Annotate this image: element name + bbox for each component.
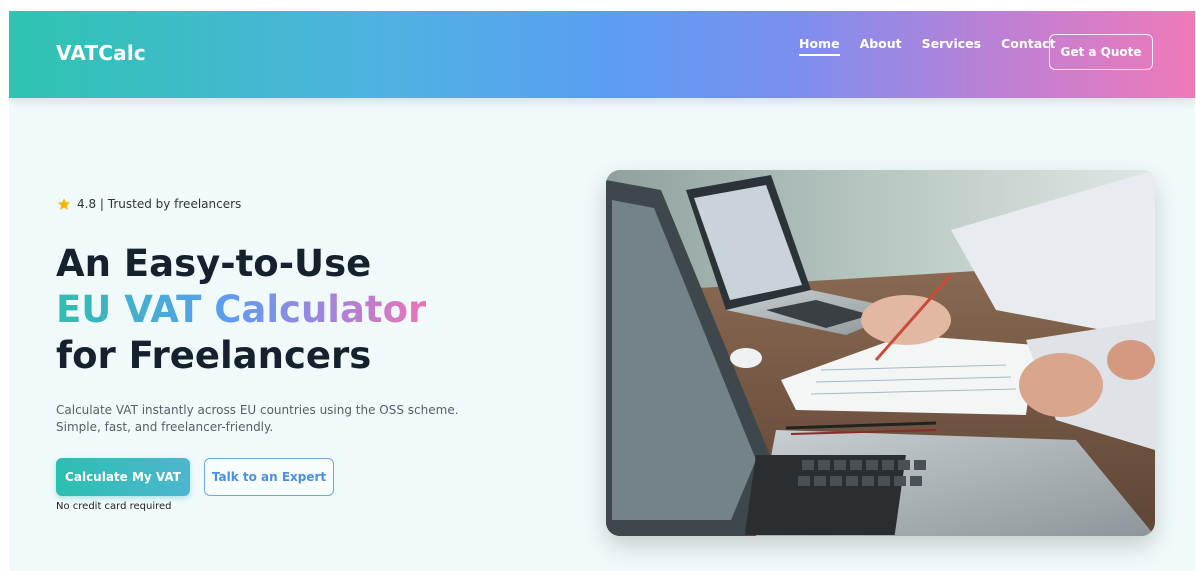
- nav-link-about[interactable]: About: [860, 36, 902, 56]
- nav-link-contact[interactable]: Contact: [1001, 36, 1055, 56]
- logo[interactable]: VATCalc: [56, 41, 146, 65]
- rating-badge: 4.8 | Trusted by freelancers: [57, 197, 241, 211]
- navbar: VATCalc Home About Services Contact Get …: [9, 11, 1195, 98]
- get-quote-button[interactable]: Get a Quote: [1049, 34, 1153, 70]
- no-credit-card-note: No credit card required: [56, 501, 172, 512]
- calculate-vat-button[interactable]: Calculate My VAT: [56, 458, 190, 496]
- page-frame: VATCalc Home About Services Contact Get …: [9, 11, 1195, 571]
- talk-to-expert-button[interactable]: Talk to an Expert: [204, 458, 334, 496]
- nav-link-home[interactable]: Home: [799, 36, 840, 56]
- star-icon: [57, 198, 71, 210]
- rating-text: 4.8 | Trusted by freelancers: [77, 197, 242, 211]
- hero-title-line-2: EU VAT Calculator: [56, 288, 427, 331]
- hero-description: Calculate VAT instantly across EU countr…: [56, 403, 459, 434]
- hero-title-line-3: for Freelancers: [56, 334, 372, 377]
- nav-link-services[interactable]: Services: [922, 36, 981, 56]
- laptops-desk-photo-icon: [606, 170, 1155, 536]
- hero-title-line-1: An Easy-to-Use: [56, 242, 372, 285]
- main-nav: Home About Services Contact: [799, 36, 1076, 56]
- hero-title: An Easy-to-Use EU VAT Calculator for Fre…: [56, 241, 426, 379]
- hero-image: [606, 170, 1155, 536]
